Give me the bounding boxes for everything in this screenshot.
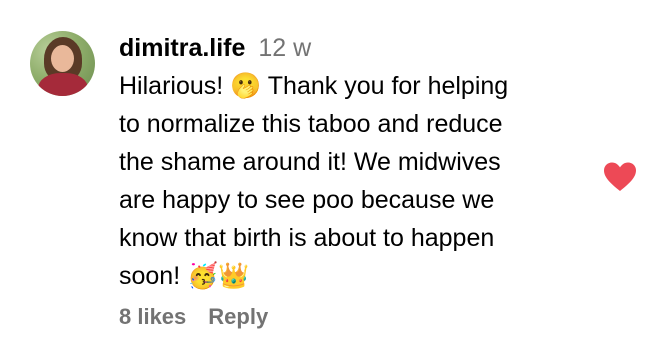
heart-icon-shape <box>604 162 636 191</box>
comment-actions: 8 likes Reply <box>119 300 268 334</box>
avatar-shirt <box>38 73 88 96</box>
username-link[interactable]: dimitra.life <box>119 34 245 62</box>
comment-body: dimitra.life 12 w Hilarious! 🫢 Thank you… <box>119 29 589 295</box>
heart-icon[interactable] <box>604 162 636 192</box>
reply-button[interactable]: Reply <box>208 304 268 329</box>
timestamp: 12 w <box>258 34 312 62</box>
avatar[interactable] <box>30 31 95 96</box>
avatar-face <box>51 45 74 72</box>
comment-header: dimitra.life 12 w <box>119 29 589 67</box>
comment: dimitra.life 12 w Hilarious! 🫢 Thank you… <box>0 0 666 362</box>
likes-count-button[interactable]: 8 likes <box>119 304 186 329</box>
comment-text: Hilarious! 🫢 Thank you for helping to no… <box>119 72 509 290</box>
